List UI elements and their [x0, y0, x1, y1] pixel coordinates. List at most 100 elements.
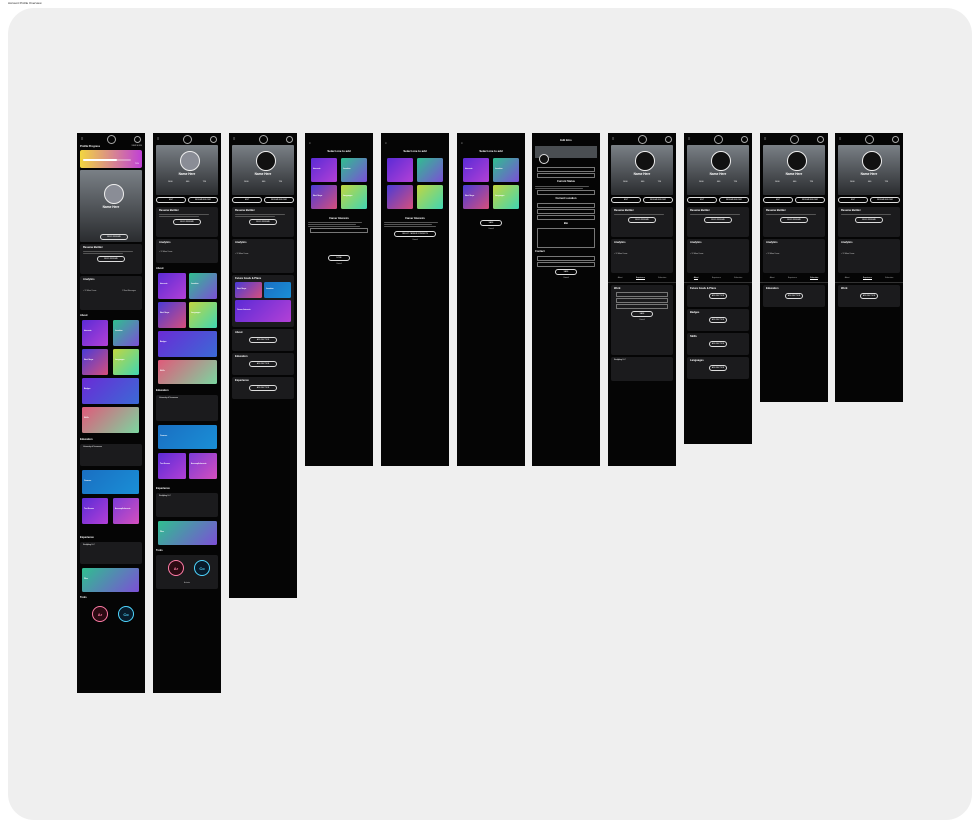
tile-files[interactable]: Files	[82, 568, 139, 592]
build-resume-button[interactable]: BUILD RESUME	[173, 219, 201, 225]
tile-location[interactable]: Location	[341, 158, 367, 182]
close-icon[interactable]: ×	[461, 141, 463, 145]
tile-languages[interactable]: Languages	[113, 349, 139, 375]
tile-badges[interactable]: Badges	[82, 378, 139, 404]
menu-icon[interactable]: ≡	[612, 137, 614, 141]
tile-location[interactable]: Location	[189, 273, 217, 299]
status-select[interactable]	[537, 189, 595, 195]
avatar-icon[interactable]	[741, 136, 748, 143]
cancel-link[interactable]: Cancel	[305, 263, 373, 265]
menu-icon[interactable]: ≡	[688, 137, 690, 141]
tile-languages[interactable]: Languages	[493, 185, 519, 209]
build-resume-button[interactable]: BUILD RESUME	[249, 219, 277, 225]
tile-courses[interactable]: Courses	[82, 470, 139, 494]
tile-next-steps[interactable]: Next Steps	[311, 185, 337, 209]
avatar-icon[interactable]	[210, 136, 217, 143]
tile-test-scores[interactable]: Test Scores	[158, 453, 186, 479]
tab-experience[interactable]: Experience	[712, 277, 721, 280]
bio-field[interactable]	[537, 227, 595, 248]
build-resume-button[interactable]: BUILD RESUME	[855, 217, 883, 223]
build-resume-button[interactable]: BUILD RESUME	[704, 217, 732, 223]
city-field[interactable]	[537, 208, 595, 214]
add-button[interactable]: ADD SECTION	[860, 293, 878, 299]
connect-icon[interactable]: Co	[194, 560, 210, 576]
tile-skills[interactable]: Skills	[82, 407, 139, 433]
tab-experience[interactable]: Experience	[635, 277, 645, 280]
tile-location[interactable]	[417, 158, 443, 182]
done-button[interactable]: DONE	[328, 255, 350, 261]
tab-about[interactable]: About	[618, 277, 623, 280]
view-more-link[interactable]: VIEW MORE	[132, 145, 142, 148]
edit-button[interactable]: EDIT	[838, 197, 868, 203]
tab-experience[interactable]: Experience	[788, 277, 797, 280]
tab-education[interactable]: Education	[658, 277, 666, 280]
menu-icon[interactable]: ≡	[81, 137, 83, 141]
tile-location[interactable]: Location	[264, 282, 291, 298]
tile-languages[interactable]	[417, 185, 443, 209]
career-select[interactable]	[310, 228, 368, 233]
tile-courses[interactable]: Courses	[158, 425, 217, 449]
tile-next-steps[interactable]: Next Steps	[82, 349, 108, 375]
resume-builder-button[interactable]: RESUME BUILDER	[870, 197, 900, 203]
avatar[interactable]	[539, 153, 549, 164]
last-name-field[interactable]	[537, 172, 595, 178]
save-button[interactable]: SAVE	[631, 311, 653, 317]
tile-interests[interactable]: Interests	[463, 158, 489, 182]
first-name-field[interactable]	[537, 166, 595, 172]
tab-experience[interactable]: Experience	[862, 277, 872, 280]
edit-button[interactable]: EDIT	[763, 197, 793, 203]
tile-interests[interactable]: Interests	[82, 320, 108, 346]
add-section-button[interactable]: ADD SECTION	[249, 385, 277, 391]
illustrator-icon[interactable]: Ar	[92, 606, 108, 622]
select-career-button[interactable]: SELECT CAREER INTERESTS	[394, 231, 436, 237]
close-icon[interactable]: ×	[309, 141, 311, 145]
tile-next-steps[interactable]: Next Steps	[158, 302, 186, 328]
avatar-icon[interactable]	[665, 136, 672, 143]
menu-icon[interactable]: ≡	[157, 137, 159, 141]
edit-button[interactable]: EDIT	[156, 197, 186, 203]
cover-photo[interactable]	[535, 145, 597, 164]
add-section-button[interactable]: ADD SECTION	[249, 337, 277, 343]
tile-languages[interactable]: Languages	[341, 185, 367, 209]
tab-about[interactable]: About	[693, 277, 699, 280]
add-button[interactable]: ADD SECTION	[709, 341, 727, 347]
tile-career-interests[interactable]: Career Interests	[235, 300, 291, 322]
tile-interests[interactable]	[387, 158, 413, 182]
add-button[interactable]: ADD SECTION	[785, 293, 803, 299]
add-button[interactable]: ADD SECTION	[709, 317, 727, 323]
tile-badges[interactable]: Badges	[158, 331, 217, 357]
tile-files[interactable]: Files	[158, 521, 217, 545]
cancel-link[interactable]: Cancel	[611, 319, 673, 321]
tile-accomplishments[interactable]: Accomplishments	[189, 453, 217, 479]
edit-button[interactable]: EDIT	[687, 197, 717, 203]
tab-education[interactable]: Education	[810, 277, 819, 280]
build-resume-button[interactable]: BUILD RESUME	[780, 217, 808, 223]
cancel-link[interactable]: Cancel	[532, 277, 600, 279]
tile-interests[interactable]: Interests	[311, 158, 337, 182]
tile-next-steps[interactable]: Next Steps	[463, 185, 489, 209]
connect-icon[interactable]: Co	[118, 606, 134, 622]
avatar-icon[interactable]	[817, 136, 824, 143]
tile-skills[interactable]: Skills	[158, 360, 217, 384]
country-field[interactable]	[537, 202, 595, 208]
cancel-link[interactable]: Cancel	[457, 228, 525, 230]
resume-builder-button[interactable]: RESUME BUILDER	[719, 197, 749, 203]
close-icon[interactable]: ×	[385, 141, 387, 145]
resume-builder-button[interactable]: RESUME BUILDER	[643, 197, 673, 203]
edit-button[interactable]: EDIT	[232, 197, 262, 203]
save-button[interactable]: SAVE	[555, 268, 577, 275]
tab-education[interactable]: Education	[734, 277, 742, 280]
add-button[interactable]: ADD SECTION	[709, 365, 727, 371]
tab-about[interactable]: About	[845, 277, 850, 280]
save-button[interactable]: SAVE	[480, 220, 502, 226]
illustrator-icon[interactable]: Ar	[168, 560, 184, 576]
build-resume-button[interactable]: BUILD RESUME	[628, 217, 656, 223]
avatar-icon[interactable]	[286, 136, 293, 143]
resume-builder-button[interactable]: RESUME BUILDER	[188, 197, 218, 203]
resume-builder-button[interactable]: RESUME BUILDER	[795, 197, 825, 203]
tab-about[interactable]: About	[770, 277, 775, 280]
avatar-icon[interactable]	[892, 136, 899, 143]
tile-interests[interactable]: Interests	[158, 273, 186, 299]
menu-icon[interactable]: ≡	[839, 137, 841, 141]
email-field[interactable]	[537, 255, 595, 261]
